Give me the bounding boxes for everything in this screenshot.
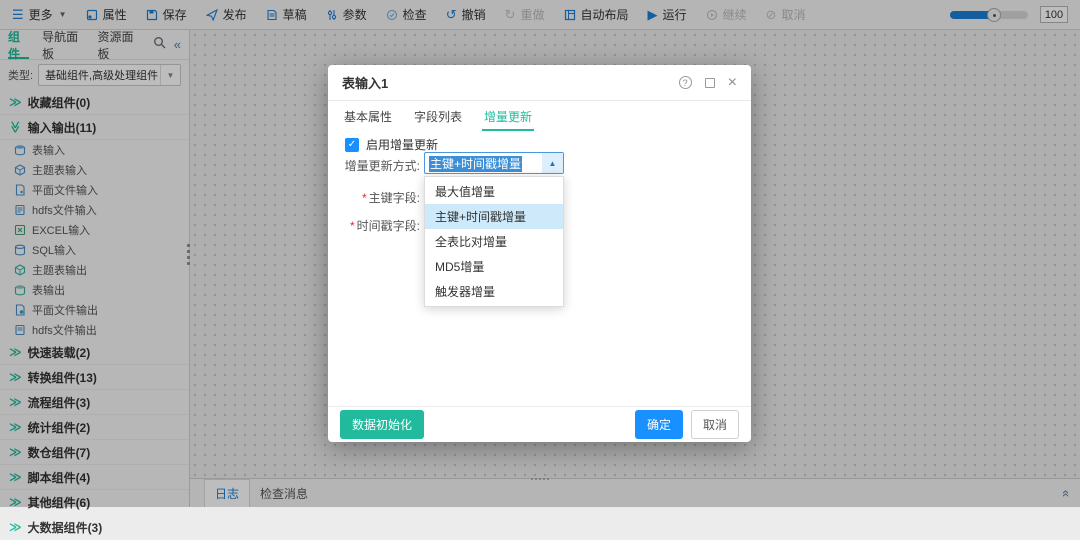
ok-button[interactable]: 确定 [635,410,683,439]
tab-basic-properties[interactable]: 基本属性 [344,101,392,131]
dropdown-option[interactable]: 触发器增量 [425,279,563,304]
tab-incremental-update[interactable]: 增量更新 [484,101,532,131]
update-mode-select[interactable]: 主键+时间戳增量 ▲ [424,152,564,174]
section-bigdata[interactable]: ≫ 大数据组件(3) [0,515,189,540]
update-mode-label: 增量更新方式: [330,157,420,174]
dropdown-option-selected[interactable]: 主键+时间戳增量 [425,204,563,229]
timestamp-label: *时间戳字段: [330,217,420,234]
tab-field-list[interactable]: 字段列表 [414,101,462,131]
chevron-up-icon: ▲ [542,153,563,173]
dropdown-option[interactable]: 全表比对增量 [425,229,563,254]
data-init-button[interactable]: 数据初始化 [340,410,424,439]
cancel-button[interactable]: 取消 [691,410,739,439]
primary-key-label: *主键字段: [330,189,420,206]
dropdown-option[interactable]: 最大值增量 [425,179,563,204]
table-input-dialog: 表输入1 ? × 基本属性 字段列表 增量更新 ✓ 启用增量更新 增量更新方式:… [328,65,751,442]
checkbox-label: 启用增量更新 [366,136,438,153]
maximize-icon[interactable] [705,78,715,88]
help-icon[interactable]: ? [679,76,692,89]
dropdown-option[interactable]: MD5增量 [425,254,563,279]
enable-incremental-checkbox[interactable]: ✓ [345,138,359,152]
close-icon[interactable]: × [728,75,737,91]
dialog-title: 表输入1 [342,73,388,92]
update-mode-dropdown: 最大值增量 主键+时间戳增量 全表比对增量 MD5增量 触发器增量 [424,176,564,307]
chevron-right-icon: ≫ [9,520,22,534]
